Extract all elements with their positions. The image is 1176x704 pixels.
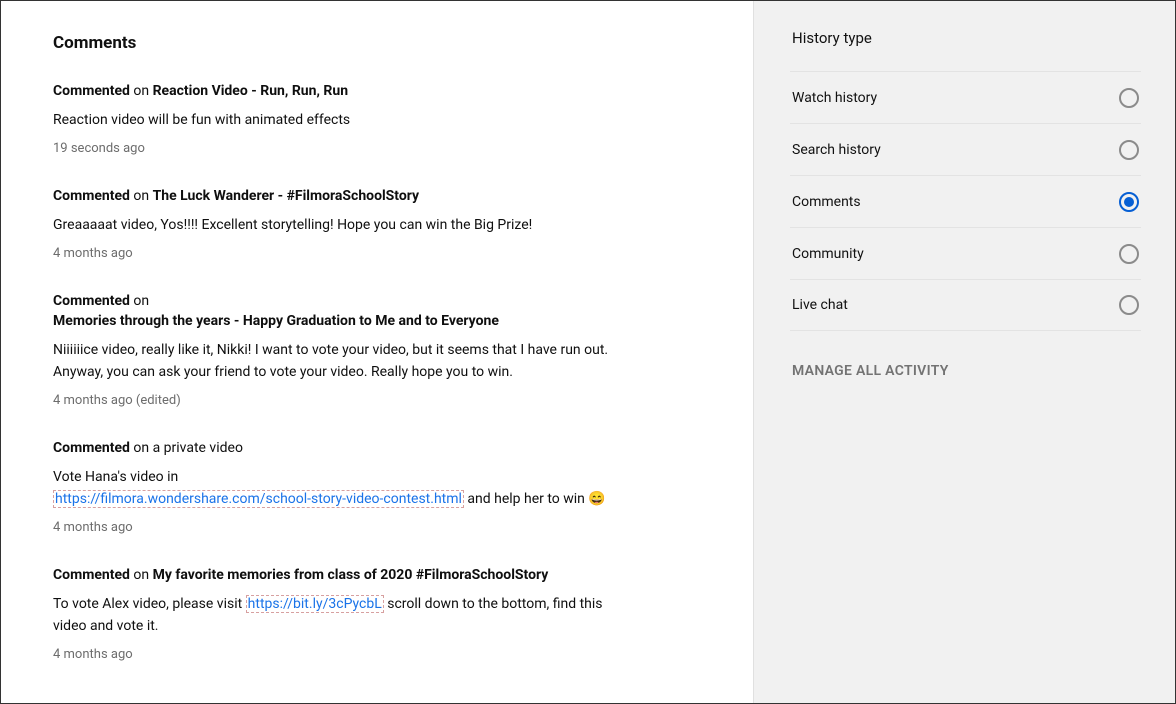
comment-item: Commented on Memories through the years -… — [53, 291, 701, 408]
history-type-option-label: Community — [792, 246, 864, 262]
history-type-option-label: Search history — [792, 142, 881, 158]
video-title-link[interactable]: Memories through the years - Happy Gradu… — [53, 313, 499, 329]
history-type-sidebar: History type Watch history Search history… — [753, 1, 1175, 703]
history-type-heading: History type — [790, 29, 1141, 61]
commented-label: Commented — [53, 293, 130, 309]
video-title-link[interactable]: The Luck Wanderer - #FilmoraSchoolStory — [153, 188, 419, 204]
history-type-option[interactable]: Watch history — [790, 71, 1141, 123]
comment-body: To vote Alex video, please visit https:/… — [53, 593, 613, 637]
history-type-option[interactable]: Live chat — [790, 279, 1141, 331]
comment-text: and help her to win — [464, 491, 588, 507]
commented-on-text: on — [130, 188, 153, 204]
comment-timestamp: 19 seconds ago — [53, 141, 701, 156]
history-type-option-label: Watch history — [792, 90, 877, 106]
commented-on-text: on a private video — [130, 440, 243, 456]
comment-text: Reaction video will be fun with animated… — [53, 112, 350, 128]
commented-label: Commented — [53, 188, 130, 204]
comment-header: Commented on Memories through the years -… — [53, 291, 701, 331]
comment-item: Commented on My favorite memories from c… — [53, 565, 701, 662]
comment-timestamp: 4 months ago — [53, 520, 701, 535]
external-link[interactable]: https://bit.ly/3cPycbL — [246, 595, 384, 613]
manage-all-activity-button[interactable]: MANAGE ALL ACTIVITY — [790, 363, 1141, 379]
comment-body: Reaction video will be fun with animated… — [53, 109, 613, 131]
comment-header: Commented on Reaction Video - Run, Run, … — [53, 81, 701, 101]
comment-text: Niiiiiice video, really like it, Nikki! … — [53, 342, 608, 380]
comment-header: Commented on The Luck Wanderer - #Filmor… — [53, 186, 701, 206]
comment-item: Commented on a private video Vote Hana's … — [53, 438, 701, 535]
comment-timestamp: 4 months ago — [53, 246, 701, 261]
radio-icon[interactable] — [1119, 192, 1139, 212]
history-type-option-label: Live chat — [792, 297, 848, 313]
external-link[interactable]: https://filmora.wondershare.com/school-s… — [53, 490, 464, 508]
radio-icon[interactable] — [1119, 140, 1139, 160]
comment-timestamp: 4 months ago (edited) — [53, 393, 701, 408]
commented-label: Commented — [53, 567, 130, 583]
video-title-link[interactable]: My favorite memories from class of 2020 … — [153, 567, 549, 583]
history-type-option-label: Comments — [792, 194, 861, 210]
comment-item: Commented on The Luck Wanderer - #Filmor… — [53, 186, 701, 261]
video-title-link[interactable]: Reaction Video - Run, Run, Run — [153, 83, 348, 99]
commented-on-text: on — [130, 293, 149, 309]
commented-on-text: on — [130, 83, 153, 99]
commented-label: Commented — [53, 83, 130, 99]
history-type-option[interactable]: Search history — [790, 123, 1141, 175]
comment-header: Commented on a private video — [53, 438, 701, 458]
radio-icon[interactable] — [1119, 88, 1139, 108]
history-type-option[interactable]: Community — [790, 227, 1141, 279]
comment-header: Commented on My favorite memories from c… — [53, 565, 701, 585]
comment-body: Vote Hana's video in https://filmora.won… — [53, 466, 613, 510]
comments-heading: Comments — [53, 33, 701, 53]
comments-panel: Comments Commented on Reaction Video - R… — [1, 1, 753, 703]
comment-text: Greaaaaat video, Yos!!!! Excellent story… — [53, 217, 532, 233]
commented-label: Commented — [53, 440, 130, 456]
commented-on-text: on — [130, 567, 153, 583]
comment-timestamp: 4 months ago — [53, 647, 701, 662]
comment-body: Niiiiiice video, really like it, Nikki! … — [53, 339, 613, 383]
history-type-option[interactable]: Comments — [790, 175, 1141, 227]
radio-icon[interactable] — [1119, 244, 1139, 264]
comment-item: Commented on Reaction Video - Run, Run, … — [53, 81, 701, 156]
comment-text: Vote Hana's video in — [53, 469, 178, 485]
radio-icon[interactable] — [1119, 295, 1139, 315]
comment-body: Greaaaaat video, Yos!!!! Excellent story… — [53, 214, 613, 236]
emoji-icon: 😄 — [588, 491, 605, 507]
comment-text: To vote Alex video, please visit — [53, 596, 246, 612]
